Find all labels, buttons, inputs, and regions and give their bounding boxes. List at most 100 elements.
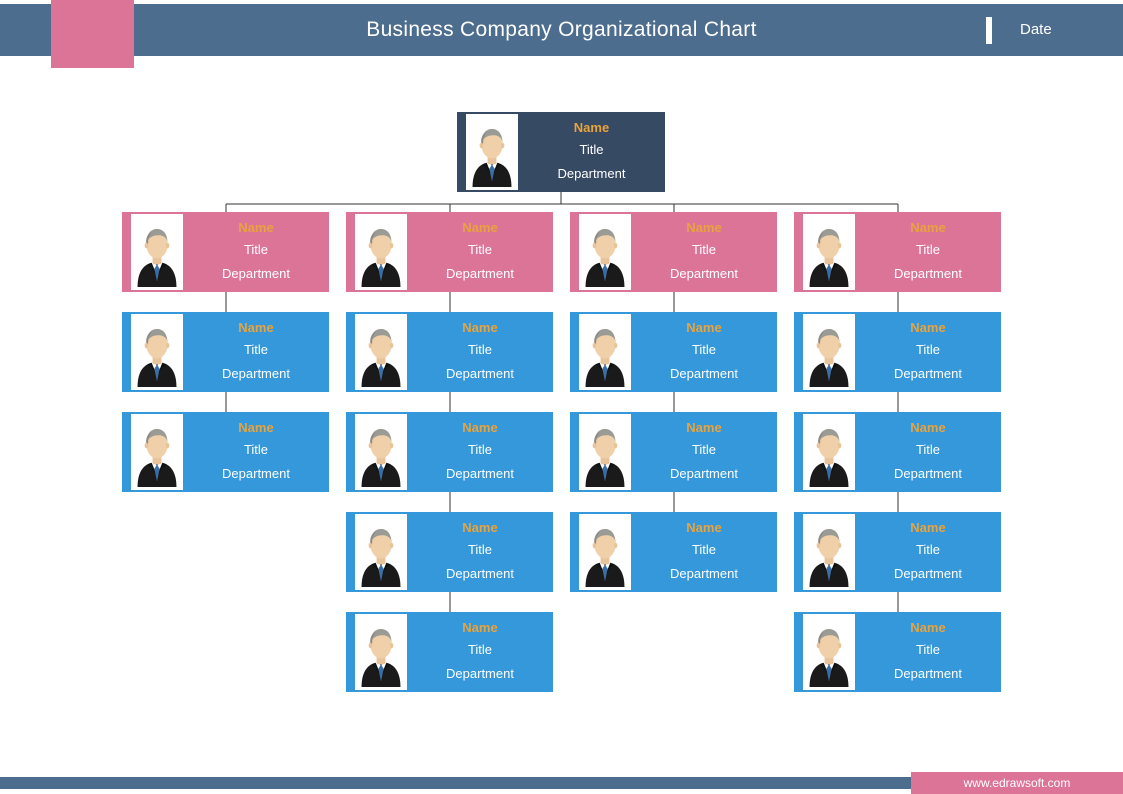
- org-node-name: Name: [910, 320, 946, 335]
- org-node-title: Title: [467, 542, 493, 557]
- org-node-text: Name Title Department: [407, 418, 553, 486]
- org-node-title: Title: [915, 442, 941, 457]
- person-avatar-icon: [803, 214, 855, 290]
- org-node-title: Title: [691, 242, 717, 257]
- org-node-c2r2[interactable]: Name Title Department: [346, 312, 553, 392]
- org-node-c3r4[interactable]: Name Title Department: [570, 512, 777, 592]
- org-node-text: Name Title Department: [631, 518, 777, 586]
- person-avatar-icon: [803, 614, 855, 690]
- person-avatar-icon: [355, 414, 407, 490]
- person-avatar-icon: [579, 214, 631, 290]
- org-node-text: Name Title Department: [518, 118, 665, 186]
- org-node-text: Name Title Department: [855, 618, 1001, 686]
- org-node-department: Department: [222, 266, 290, 281]
- org-node-title: Title: [243, 442, 269, 457]
- org-node-text: Name Title Department: [631, 218, 777, 286]
- org-node-title: Title: [691, 342, 717, 357]
- org-node-c4r1[interactable]: Name Title Department: [794, 212, 1001, 292]
- org-node-c3r1[interactable]: Name Title Department: [570, 212, 777, 292]
- org-node-text: Name Title Department: [407, 318, 553, 386]
- org-node-c2r4[interactable]: Name Title Department: [346, 512, 553, 592]
- org-node-department: Department: [894, 466, 962, 481]
- org-node-name: Name: [462, 220, 498, 235]
- org-node-c2r3[interactable]: Name Title Department: [346, 412, 553, 492]
- org-node-name: Name: [462, 520, 498, 535]
- org-node-title: Title: [691, 442, 717, 457]
- org-node-title: Title: [915, 542, 941, 557]
- org-node-c4r2[interactable]: Name Title Department: [794, 312, 1001, 392]
- org-node-department: Department: [894, 566, 962, 581]
- person-avatar-icon: [131, 214, 183, 290]
- org-node-department: Department: [894, 366, 962, 381]
- org-node-text: Name Title Department: [631, 318, 777, 386]
- org-node-department: Department: [670, 566, 738, 581]
- org-node-name: Name: [238, 420, 274, 435]
- org-node-title: Title: [691, 542, 717, 557]
- org-node-c4r3[interactable]: Name Title Department: [794, 412, 1001, 492]
- org-node-text: Name Title Department: [407, 518, 553, 586]
- org-node-text: Name Title Department: [407, 218, 553, 286]
- org-node-name: Name: [462, 320, 498, 335]
- org-node-title: Title: [467, 642, 493, 657]
- org-node-department: Department: [670, 266, 738, 281]
- org-node-text: Name Title Department: [183, 218, 329, 286]
- org-node-c4r4[interactable]: Name Title Department: [794, 512, 1001, 592]
- org-node-name: Name: [910, 520, 946, 535]
- org-node-title: Title: [467, 342, 493, 357]
- org-node-name: Name: [686, 320, 722, 335]
- org-node-department: Department: [446, 666, 514, 681]
- org-node-department: Department: [670, 366, 738, 381]
- org-node-title: Title: [915, 642, 941, 657]
- org-node-text: Name Title Department: [855, 518, 1001, 586]
- org-node-text: Name Title Department: [183, 318, 329, 386]
- org-node-title: Title: [243, 342, 269, 357]
- org-node-text: Name Title Department: [855, 218, 1001, 286]
- org-node-name: Name: [238, 320, 274, 335]
- org-node-title: Title: [915, 242, 941, 257]
- person-avatar-icon: [803, 314, 855, 390]
- org-node-c1r1[interactable]: Name Title Department: [122, 212, 329, 292]
- org-node-text: Name Title Department: [183, 418, 329, 486]
- org-node-name: Name: [686, 220, 722, 235]
- org-chart-page: Business Company Organizational Chart Da…: [0, 0, 1123, 794]
- org-node-c3r3[interactable]: Name Title Department: [570, 412, 777, 492]
- org-node-name: Name: [686, 420, 722, 435]
- org-node-name: Name: [462, 620, 498, 635]
- person-avatar-icon: [579, 314, 631, 390]
- person-avatar-icon: [355, 614, 407, 690]
- org-node-title: Title: [915, 342, 941, 357]
- org-node-department: Department: [446, 566, 514, 581]
- person-avatar-icon: [355, 214, 407, 290]
- org-node-department: Department: [222, 466, 290, 481]
- person-avatar-icon: [803, 414, 855, 490]
- org-node-c1r3[interactable]: Name Title Department: [122, 412, 329, 492]
- person-avatar-icon: [466, 114, 518, 190]
- person-avatar-icon: [131, 414, 183, 490]
- org-node-root[interactable]: Name Title Department: [457, 112, 665, 192]
- org-node-name: Name: [910, 620, 946, 635]
- person-avatar-icon: [355, 514, 407, 590]
- org-node-text: Name Title Department: [631, 418, 777, 486]
- org-node-c4r5[interactable]: Name Title Department: [794, 612, 1001, 692]
- org-node-department: Department: [894, 666, 962, 681]
- org-node-name: Name: [573, 120, 610, 135]
- org-node-c1r2[interactable]: Name Title Department: [122, 312, 329, 392]
- org-node-text: Name Title Department: [855, 318, 1001, 386]
- org-node-name: Name: [910, 220, 946, 235]
- org-node-c2r1[interactable]: Name Title Department: [346, 212, 553, 292]
- org-node-c2r5[interactable]: Name Title Department: [346, 612, 553, 692]
- org-node-department: Department: [557, 166, 626, 181]
- person-avatar-icon: [803, 514, 855, 590]
- org-node-name: Name: [462, 420, 498, 435]
- person-avatar-icon: [355, 314, 407, 390]
- org-node-text: Name Title Department: [407, 618, 553, 686]
- org-node-department: Department: [894, 266, 962, 281]
- footer-watermark: www.edrawsoft.com: [911, 772, 1123, 794]
- org-node-department: Department: [446, 466, 514, 481]
- org-node-name: Name: [238, 220, 274, 235]
- org-node-title: Title: [467, 242, 493, 257]
- org-node-title: Title: [579, 142, 604, 157]
- org-node-name: Name: [686, 520, 722, 535]
- org-node-c3r2[interactable]: Name Title Department: [570, 312, 777, 392]
- person-avatar-icon: [131, 314, 183, 390]
